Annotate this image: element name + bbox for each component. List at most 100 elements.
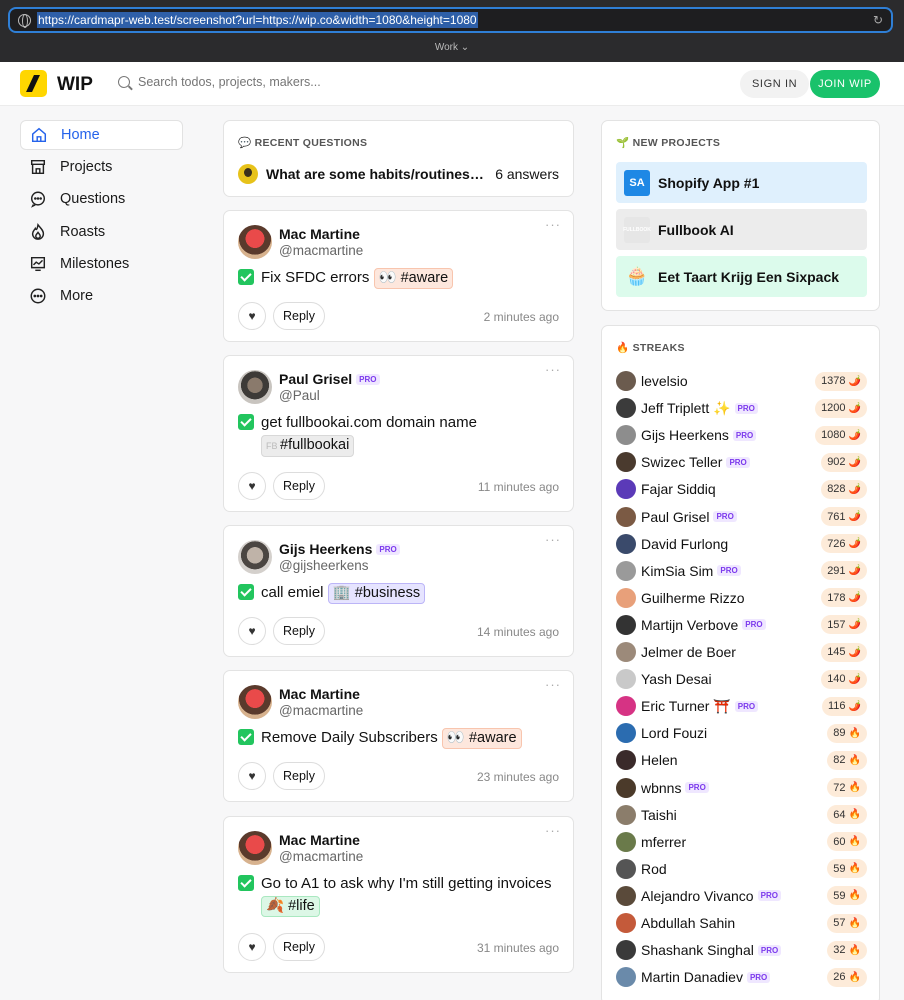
avatar[interactable] — [616, 885, 636, 906]
avatar[interactable] — [616, 831, 636, 852]
streak-user[interactable]: Jelmer de Boer — [641, 644, 736, 660]
answer-count[interactable]: 6 answers — [495, 166, 559, 182]
like-button[interactable]: ♥ — [238, 472, 266, 500]
streak-row[interactable]: Paul Grisel PRO 761 🌶️ — [616, 506, 867, 528]
author-name[interactable]: Mac Martine — [279, 686, 360, 702]
nav-item-more[interactable]: More — [20, 281, 183, 311]
reply-button[interactable]: Reply — [273, 762, 325, 790]
streak-row[interactable]: Taishi 64 🔥 — [616, 804, 867, 826]
author-handle[interactable]: @Paul — [279, 388, 320, 403]
streak-user[interactable]: mferrer — [641, 834, 686, 850]
avatar[interactable] — [238, 540, 272, 574]
streak-row[interactable]: Alejandro Vivanco PRO 59 🔥 — [616, 885, 867, 907]
avatar[interactable] — [616, 723, 636, 744]
author-handle[interactable]: @macmartine — [279, 243, 363, 258]
project-name[interactable]: Shopify App #1 — [658, 175, 759, 191]
streak-user[interactable]: Martin Danadiev PRO — [641, 969, 771, 985]
streak-user[interactable]: Eric Turner ⛩️ PRO — [641, 698, 759, 715]
streak-user[interactable]: Lord Fouzi — [641, 725, 707, 741]
timestamp[interactable]: 11 minutes ago — [478, 480, 559, 494]
project-item[interactable]: SA Shopify App #1 — [616, 162, 867, 203]
nav-item-milestones[interactable]: Milestones — [20, 249, 183, 279]
project-name[interactable]: Eet Taart Krijg Een Sixpack — [658, 269, 839, 285]
streak-row[interactable]: Jelmer de Boer 145 🌶️ — [616, 641, 867, 663]
avatar[interactable] — [616, 642, 636, 662]
avatar[interactable] — [616, 614, 636, 635]
avatar[interactable] — [238, 831, 272, 865]
streak-row[interactable]: Shashank Singhal PRO 32 🔥 — [616, 939, 867, 961]
streak-row[interactable]: Lord Fouzi 89 🔥 — [616, 722, 867, 744]
streak-user[interactable]: Jeff Triplett ✨ PRO — [641, 400, 758, 417]
streak-row[interactable]: Gijs Heerkens PRO 1080 🌶️ — [616, 424, 867, 446]
like-button[interactable]: ♥ — [238, 762, 266, 790]
join-button[interactable]: JOIN WIP — [810, 70, 880, 98]
streak-user[interactable]: Taishi — [641, 807, 677, 823]
author-name[interactable]: Paul Grisel PRO — [279, 371, 380, 387]
avatar[interactable] — [616, 371, 636, 391]
nav-item-projects[interactable]: Projects — [20, 152, 183, 182]
avatar[interactable] — [616, 506, 636, 527]
streak-user[interactable]: Martijn Verbove PRO — [641, 617, 766, 633]
project-item[interactable]: FULLBOOK Fullbook AI — [616, 209, 867, 250]
streak-user[interactable]: Swizec Teller PRO — [641, 454, 750, 470]
streak-row[interactable]: Abdullah Sahin 57 🔥 — [616, 912, 867, 934]
streak-user[interactable]: levelsio — [641, 373, 688, 389]
avatar[interactable] — [616, 560, 636, 581]
avatar[interactable] — [616, 913, 636, 933]
streak-row[interactable]: KimSia Sim PRO 291 🌶️ — [616, 560, 867, 582]
streak-row[interactable]: wbnns PRO 72 🔥 — [616, 777, 867, 799]
reply-button[interactable]: Reply — [273, 933, 325, 961]
streak-row[interactable]: Guilherme Rizzo 178 🌶️ — [616, 587, 867, 609]
question-row[interactable]: What are some habits/routines you 6 answ… — [238, 164, 559, 184]
avatar[interactable] — [616, 804, 636, 825]
streak-row[interactable]: Helen 82 🔥 — [616, 749, 867, 771]
avatar[interactable] — [616, 452, 636, 473]
streak-user[interactable]: Guilherme Rizzo — [641, 590, 744, 606]
streak-row[interactable]: Martin Danadiev PRO 26 🔥 — [616, 966, 867, 988]
workspace-label[interactable]: Work ⌄ — [0, 42, 904, 53]
hashtag[interactable]: 👀 #aware — [441, 728, 522, 749]
search-input[interactable] — [138, 75, 438, 89]
nav-item-home[interactable]: Home — [20, 120, 183, 150]
more-options-icon[interactable]: ··· — [545, 362, 561, 377]
streak-user[interactable]: Paul Grisel PRO — [641, 509, 737, 525]
streak-user[interactable]: Gijs Heerkens PRO — [641, 427, 757, 443]
hashtag[interactable]: 🏢 #business — [327, 583, 426, 604]
url-bar[interactable]: https://cardmapr-web.test/screenshot?url… — [8, 7, 893, 33]
project-name[interactable]: Fullbook AI — [658, 222, 734, 238]
streak-user[interactable]: Helen — [641, 752, 678, 768]
nav-item-roasts[interactable]: Roasts — [20, 217, 183, 247]
reload-icon[interactable]: ↻ — [873, 13, 883, 27]
streak-row[interactable]: Martijn Verbove PRO 157 🌶️ — [616, 614, 867, 636]
avatar[interactable] — [616, 967, 636, 988]
author-name[interactable]: Mac Martine — [279, 832, 360, 848]
project-item[interactable]: 🧁 Eet Taart Krijg Een Sixpack — [616, 256, 867, 297]
like-button[interactable]: ♥ — [238, 302, 266, 330]
author-handle[interactable]: @macmartine — [279, 703, 363, 718]
streak-user[interactable]: wbnns PRO — [641, 780, 709, 796]
streak-user[interactable]: David Furlong — [641, 536, 728, 552]
avatar[interactable] — [616, 425, 636, 446]
brand-name[interactable]: WIP — [57, 74, 93, 96]
streak-row[interactable]: Rod 59 🔥 — [616, 858, 867, 880]
streak-user[interactable]: Shashank Singhal PRO — [641, 942, 782, 958]
avatar[interactable] — [616, 398, 636, 419]
streak-user[interactable]: Alejandro Vivanco PRO — [641, 888, 781, 904]
streak-row[interactable]: Swizec Teller PRO 902 🌶️ — [616, 451, 867, 473]
hashtag[interactable]: 👀 #aware — [373, 268, 454, 289]
streak-row[interactable]: David Furlong 726 🌶️ — [616, 533, 867, 555]
hashtag[interactable]: FB #fullbookai — [261, 435, 355, 457]
avatar[interactable] — [616, 750, 636, 771]
nav-item-questions[interactable]: Questions — [20, 184, 183, 214]
streak-user[interactable]: Yash Desai — [641, 671, 712, 687]
reply-button[interactable]: Reply — [273, 472, 325, 500]
avatar[interactable] — [616, 940, 636, 961]
timestamp[interactable]: 23 minutes ago — [477, 770, 559, 784]
hashtag[interactable]: 🍂 #life — [261, 896, 320, 917]
author-handle[interactable]: @gijsheerkens — [279, 558, 369, 573]
like-button[interactable]: ♥ — [238, 617, 266, 645]
avatar[interactable] — [616, 777, 636, 798]
more-options-icon[interactable]: ··· — [545, 677, 561, 692]
avatar[interactable] — [238, 225, 272, 259]
streak-user[interactable]: Abdullah Sahin — [641, 915, 735, 931]
